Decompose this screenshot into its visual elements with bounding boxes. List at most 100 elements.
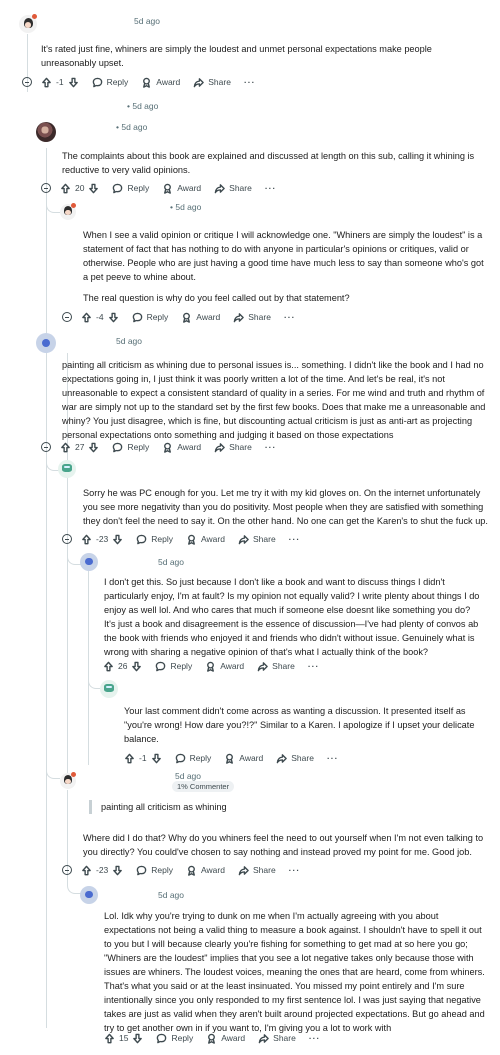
comment-paragraph: Your last comment didn't come across as … bbox=[124, 706, 475, 744]
share-button[interactable]: Share bbox=[257, 661, 295, 672]
collapse-minus-icon[interactable] bbox=[62, 312, 72, 322]
reply-button[interactable]: Reply bbox=[156, 1033, 193, 1044]
downvote-arrow-icon[interactable] bbox=[151, 753, 162, 764]
share-button[interactable]: Share bbox=[233, 312, 271, 323]
thread-elbow bbox=[67, 880, 81, 894]
downvote-arrow-icon[interactable] bbox=[132, 1033, 143, 1044]
share-button[interactable]: Share bbox=[238, 534, 276, 545]
upvote-arrow-icon[interactable] bbox=[81, 312, 92, 323]
share-arrow-icon bbox=[257, 661, 268, 671]
award-button[interactable]: Award bbox=[162, 442, 201, 453]
reply-button[interactable]: Reply bbox=[112, 183, 149, 194]
more-options-button[interactable]: ··· bbox=[265, 442, 277, 452]
award-button[interactable]: Award bbox=[186, 534, 225, 545]
upvote-arrow-icon[interactable] bbox=[41, 77, 52, 88]
comment-timestamp: • 5d ago bbox=[170, 202, 202, 212]
award-ribbon-icon bbox=[208, 1033, 216, 1044]
reply-button[interactable]: Reply bbox=[136, 865, 173, 876]
award-ribbon-icon bbox=[188, 534, 195, 545]
reply-button[interactable]: Reply bbox=[92, 77, 128, 88]
reply-button[interactable]: Reply bbox=[132, 312, 168, 323]
user-flair: 1% Commenter bbox=[172, 781, 235, 792]
upvote-arrow-icon[interactable] bbox=[103, 661, 114, 672]
collapse-minus-icon[interactable] bbox=[22, 77, 32, 87]
more-options-button[interactable]: ··· bbox=[289, 534, 301, 544]
comment-timestamp: 5d ago bbox=[134, 16, 160, 26]
share-button[interactable]: Share bbox=[258, 1033, 296, 1044]
user-avatar[interactable] bbox=[80, 553, 98, 571]
thread-elbow bbox=[46, 765, 60, 779]
reply-button[interactable]: Reply bbox=[155, 661, 192, 672]
more-options-button[interactable]: ··· bbox=[309, 1033, 321, 1043]
share-arrow-icon bbox=[258, 1033, 269, 1043]
comment-timestamp: 5d ago bbox=[158, 557, 184, 567]
share-arrow-icon bbox=[238, 534, 249, 544]
award-button[interactable]: Award bbox=[206, 1033, 245, 1044]
share-button[interactable]: Share bbox=[214, 442, 252, 453]
thread-line-l1[interactable] bbox=[46, 148, 47, 1028]
upvote-arrow-icon[interactable] bbox=[81, 865, 92, 876]
downvote-arrow-icon[interactable] bbox=[108, 312, 119, 323]
thread-line-l3[interactable] bbox=[88, 565, 89, 765]
collapse-minus-icon[interactable] bbox=[62, 534, 72, 544]
comment-actions: 27 Reply Award Share ··· bbox=[41, 440, 289, 454]
upvote-arrow-icon[interactable] bbox=[124, 753, 135, 764]
share-button[interactable]: Share bbox=[214, 183, 252, 194]
comment-paragraph: Sorry he was PC enough for you. Let me t… bbox=[83, 488, 488, 526]
collapse-minus-icon[interactable] bbox=[41, 183, 51, 193]
vote-group: 20 bbox=[60, 183, 99, 194]
user-avatar[interactable] bbox=[58, 460, 76, 478]
user-avatar[interactable] bbox=[36, 122, 56, 142]
share-arrow-icon bbox=[214, 183, 225, 193]
upvote-arrow-icon[interactable] bbox=[104, 1033, 115, 1044]
award-button[interactable]: Award bbox=[141, 77, 180, 88]
award-button[interactable]: Award bbox=[186, 865, 225, 876]
reply-button[interactable]: Reply bbox=[112, 442, 149, 453]
award-button[interactable]: Award bbox=[205, 661, 244, 672]
share-arrow-icon bbox=[214, 442, 225, 452]
upvote-arrow-icon[interactable] bbox=[60, 183, 71, 194]
comment-actions: -4 Reply Award Share ··· bbox=[62, 310, 308, 324]
reply-button[interactable]: Reply bbox=[136, 534, 173, 545]
comment-timestamp: • 5d ago bbox=[116, 122, 148, 132]
more-options-button[interactable]: ··· bbox=[308, 661, 320, 671]
user-avatar[interactable] bbox=[80, 886, 98, 904]
vote-group: -1 bbox=[124, 753, 162, 764]
more-options-button[interactable]: ··· bbox=[284, 312, 296, 322]
more-options-button[interactable]: ··· bbox=[244, 77, 256, 87]
downvote-arrow-icon[interactable] bbox=[112, 865, 123, 876]
comment-body: When I see a valid opinion or critique I… bbox=[83, 228, 485, 305]
upvote-arrow-icon[interactable] bbox=[60, 442, 71, 453]
comment-body: Your last comment didn't come across as … bbox=[124, 704, 484, 746]
award-ribbon-icon bbox=[183, 312, 191, 323]
user-avatar[interactable] bbox=[100, 680, 118, 698]
speech-bubble-icon bbox=[136, 534, 147, 544]
collapse-minus-icon[interactable] bbox=[41, 442, 51, 452]
award-button[interactable]: Award bbox=[162, 183, 201, 194]
user-avatar[interactable] bbox=[36, 333, 56, 353]
share-button[interactable]: Share bbox=[276, 753, 314, 764]
downvote-arrow-icon[interactable] bbox=[112, 534, 123, 545]
downvote-arrow-icon[interactable] bbox=[68, 77, 79, 88]
comment-actions: -1 Reply Award Share ··· bbox=[124, 751, 351, 765]
more-options-button[interactable]: ··· bbox=[289, 865, 301, 875]
vote-group: 15 bbox=[104, 1033, 143, 1044]
share-button[interactable]: Share bbox=[193, 77, 231, 88]
comment-actions: -23 Reply Award Share ··· bbox=[62, 863, 313, 877]
more-options-button[interactable]: ··· bbox=[265, 183, 277, 193]
reply-button[interactable]: Reply bbox=[175, 753, 211, 764]
award-button[interactable]: Award bbox=[181, 312, 220, 323]
more-options-button[interactable]: ··· bbox=[327, 753, 339, 763]
downvote-arrow-icon[interactable] bbox=[88, 442, 99, 453]
share-arrow-icon bbox=[238, 865, 249, 875]
award-button[interactable]: Award bbox=[224, 753, 263, 764]
award-ribbon-icon bbox=[188, 865, 195, 876]
comment-actions: 15 Reply Award Share ··· bbox=[104, 1031, 333, 1045]
collapse-minus-icon[interactable] bbox=[62, 865, 72, 875]
downvote-arrow-icon[interactable] bbox=[88, 183, 99, 194]
share-button[interactable]: Share bbox=[238, 865, 276, 876]
online-badge bbox=[71, 772, 76, 777]
vote-count: 26 bbox=[118, 661, 128, 671]
downvote-arrow-icon[interactable] bbox=[131, 661, 142, 672]
upvote-arrow-icon[interactable] bbox=[81, 534, 92, 545]
